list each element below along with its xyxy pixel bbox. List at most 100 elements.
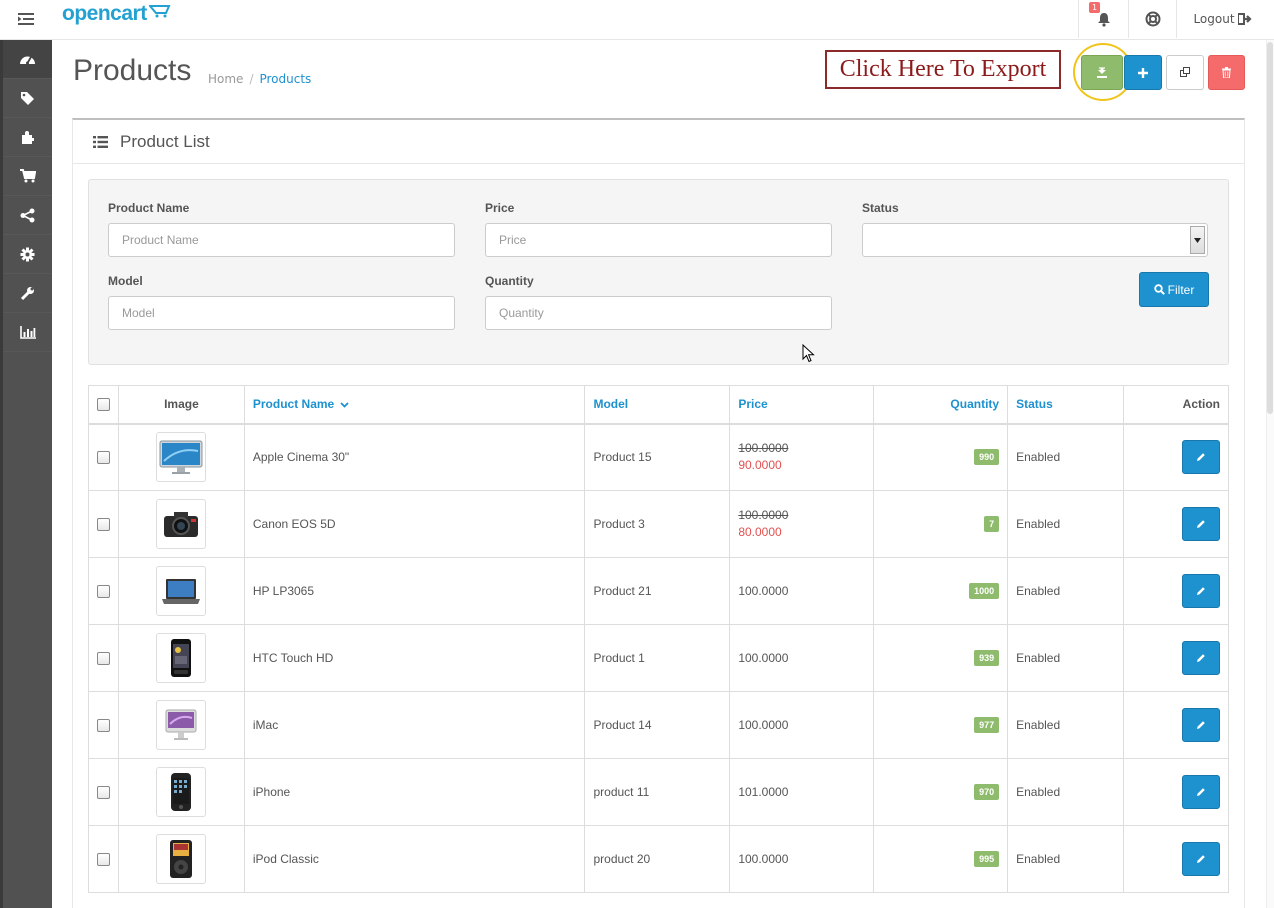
select-all-checkbox[interactable]: [96, 398, 110, 412]
edit-button[interactable]: [1182, 574, 1220, 608]
mouse-cursor-icon: [802, 344, 815, 363]
sidebar-item-marketing[interactable]: [3, 196, 52, 235]
panel-title: Product List: [120, 131, 210, 151]
edit-button[interactable]: [1182, 842, 1220, 876]
row-checkbox[interactable]: [96, 786, 110, 800]
price-cell: 100.0000: [729, 691, 875, 759]
status-cell: Enabled: [1007, 825, 1124, 893]
model-cell: product 11: [584, 758, 731, 826]
action-cell: [1123, 758, 1229, 826]
price-header[interactable]: Price: [729, 385, 875, 425]
edit-button[interactable]: [1182, 775, 1220, 809]
model-cell: Product 1: [584, 624, 731, 692]
row-select-cell: [88, 624, 119, 692]
quantity-cell: 939: [873, 624, 1009, 692]
product-image-cell: [117, 758, 245, 826]
scrollbar-thumb[interactable]: [1267, 42, 1273, 414]
quantity-cell: 990: [873, 423, 1009, 491]
row-checkbox[interactable]: [96, 585, 110, 599]
product-name-cell: iPhone: [243, 758, 586, 826]
sidebar-item-tools[interactable]: [3, 274, 52, 313]
product-name-input[interactable]: [108, 223, 455, 257]
quantity-cell: 1000: [873, 557, 1009, 625]
table-row: iPod Classic product 20 100.0000 995 Enabled: [88, 825, 1229, 893]
export-callout-label: Click Here To Export: [825, 50, 1061, 89]
logo-cart-icon: [148, 5, 171, 18]
breadcrumb-products[interactable]: Products: [259, 72, 311, 86]
filter-button-label: Filter: [1167, 282, 1195, 297]
price-value: 100.0000: [738, 852, 789, 866]
sidebar-item-extensions[interactable]: [3, 118, 52, 157]
edit-button[interactable]: [1182, 440, 1220, 475]
row-checkbox[interactable]: [96, 518, 110, 532]
row-checkbox[interactable]: [96, 652, 110, 666]
breadcrumb-home[interactable]: Home: [208, 72, 243, 86]
bell-icon: [1097, 12, 1110, 27]
notification-count-badge: 1: [1089, 2, 1100, 13]
table-header-row: Image Product Name Model Price Quantity …: [88, 385, 1229, 425]
product-image-cell: [117, 825, 245, 893]
help-button[interactable]: [1128, 0, 1176, 38]
status-cell: Enabled: [1007, 624, 1124, 692]
delete-button[interactable]: [1208, 55, 1245, 90]
notifications-button[interactable]: 1: [1078, 0, 1128, 38]
pencil-icon: [1197, 721, 1205, 729]
status-header[interactable]: Status: [1007, 385, 1124, 425]
filter-button[interactable]: Filter: [1139, 272, 1209, 307]
table-row: iPhone product 11 101.0000 970 Enabled: [88, 758, 1229, 826]
model-cell: Product 3: [584, 490, 731, 558]
row-select-cell: [88, 557, 119, 625]
special-price: 80.0000: [738, 525, 782, 539]
product-image-cell: [117, 557, 245, 625]
row-select-cell: [88, 423, 119, 491]
edit-button[interactable]: [1182, 708, 1220, 742]
row-checkbox[interactable]: [96, 451, 110, 465]
action-cell: [1123, 691, 1229, 759]
table-row: HTC Touch HD Product 1 100.0000 939 Enabled: [88, 624, 1229, 692]
sidebar-item-system[interactable]: [3, 235, 52, 274]
action-cell: [1123, 490, 1229, 558]
sidebar-item-sales[interactable]: [3, 157, 52, 196]
price-value: 101.0000: [738, 785, 789, 799]
price-input[interactable]: [485, 223, 832, 257]
model-input[interactable]: [108, 296, 455, 330]
sidebar-item-reports[interactable]: [3, 313, 52, 352]
quantity-badge: 7: [984, 516, 1000, 532]
row-select-cell: [88, 691, 119, 759]
dashboard-icon: [20, 56, 35, 65]
menu-toggle-button[interactable]: [0, 0, 52, 38]
puzzle-icon: [22, 130, 34, 144]
quantity-input[interactable]: [485, 296, 832, 330]
bar-chart-icon: [19, 325, 36, 339]
product-thumbnail: [156, 834, 207, 884]
product-thumbnail: [156, 499, 207, 549]
action-cell: [1123, 423, 1229, 491]
edit-button[interactable]: [1182, 507, 1220, 541]
sidebar-item-catalog[interactable]: [3, 79, 52, 118]
price-value: 100.0000: [738, 718, 789, 732]
logout-button[interactable]: Logout: [1176, 0, 1268, 38]
status-select[interactable]: [862, 223, 1208, 257]
shopping-cart-icon: [19, 169, 36, 183]
life-ring-icon: [1145, 11, 1160, 27]
quantity-header[interactable]: Quantity: [873, 385, 1009, 425]
sidebar-item-dashboard[interactable]: [3, 40, 52, 79]
original-price: 100.0000: [738, 441, 789, 456]
quantity-badge: 995: [974, 851, 1000, 867]
model-header[interactable]: Model: [584, 385, 731, 425]
opencart-logo[interactable]: opencart: [62, 2, 173, 26]
edit-button[interactable]: [1182, 641, 1220, 675]
price-value: 100.0000: [738, 651, 789, 665]
select-arrow[interactable]: [1190, 226, 1205, 254]
price-cell: 100.0000 80.0000: [729, 490, 875, 558]
quantity-cell: 977: [873, 691, 1009, 759]
add-new-button[interactable]: [1124, 55, 1162, 90]
row-checkbox[interactable]: [96, 719, 110, 733]
product-name-header[interactable]: Product Name: [243, 385, 586, 425]
copy-button[interactable]: [1166, 55, 1204, 90]
price-cell: 101.0000: [729, 758, 875, 826]
product-name-cell: iPod Classic: [243, 825, 586, 893]
caret-down-icon: [1194, 237, 1201, 243]
pencil-icon: [1197, 587, 1205, 595]
row-checkbox[interactable]: [96, 853, 110, 867]
